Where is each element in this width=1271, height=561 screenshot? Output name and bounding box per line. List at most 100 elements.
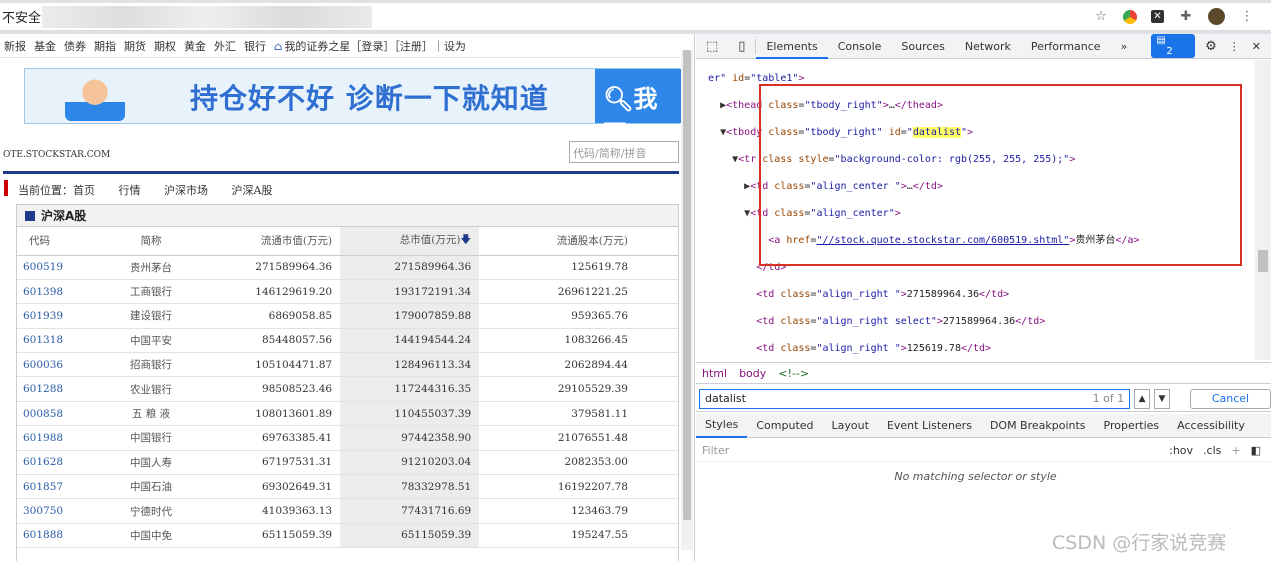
dom-search-input[interactable]: datalist 1 of 1 — [699, 388, 1131, 409]
stock-code-link[interactable]: 601857 — [17, 474, 101, 500]
banner-button[interactable]: 🔍︎我要 — [595, 69, 681, 148]
table-row[interactable]: 601939 建设银行 6869058.85 179007859.88 959365.7… — [17, 303, 678, 329]
table-row[interactable]: 601318 中国平安 85448057.56 144194544.24 1083266… — [17, 328, 678, 354]
tab-elements[interactable]: Elements — [756, 34, 828, 59]
stock-name-link[interactable]: 农业银行 — [101, 376, 201, 402]
stock-name-link[interactable]: 五 粮 液 — [101, 401, 201, 427]
site-logo[interactable]: OTE.STOCKSTAR.COM — [3, 150, 110, 160]
devtools-menu-icon[interactable]: ⋮ — [1227, 40, 1242, 53]
sidebar-toggle-icon[interactable]: ◧ — [1251, 444, 1261, 457]
stock-code-link[interactable]: 600036 — [17, 352, 101, 378]
user-links-text[interactable]: 我的证券之星［登录］［注册］｜设为 — [284, 40, 466, 53]
stock-code-link[interactable]: 601939 — [17, 303, 101, 329]
col-header[interactable]: 简称 — [101, 227, 201, 256]
col-header-sorted[interactable]: 总市值(万元)🡇 — [340, 227, 480, 256]
table-row[interactable]: 601288 农业银行 98508523.46 117244316.35 2910552… — [17, 376, 678, 402]
table-row[interactable]: 300750 宁德时代 41039363.13 77431716.69 123463.7… — [17, 498, 678, 524]
table-row[interactable]: 600519 贵州茅台 271589964.36 271589964.36 125619… — [17, 255, 678, 280]
tab-dom-breakpoints[interactable]: DOM Breakpoints — [981, 419, 1095, 432]
search-prev-button[interactable]: ▲ — [1134, 388, 1151, 409]
tab-styles[interactable]: Styles — [696, 414, 748, 438]
col-header[interactable]: 代码 — [17, 227, 101, 256]
page-scrollbar[interactable] — [681, 50, 693, 550]
stock-name-link[interactable]: 中国平安 — [101, 328, 201, 354]
breadcrumb-item[interactable]: 沪深A股 — [232, 184, 273, 197]
tab-event-listeners[interactable]: Event Listeners — [878, 419, 981, 432]
ad-banner[interactable]: 持仓好不好 诊断一下就知道 🔍︎我要 — [24, 68, 681, 148]
stock-code-link[interactable]: 601398 — [17, 279, 101, 305]
tab-performance[interactable]: Performance — [1021, 40, 1111, 53]
address-bar[interactable]: 不安全 ☆ ✕ ✚ ⋮ — [0, 3, 1271, 31]
device-toggle-icon[interactable]: ▯ — [728, 38, 757, 54]
table-row[interactable]: 000858 五 粮 液 108013601.89 110455037.39 37958… — [17, 401, 678, 427]
breadcrumb-home[interactable]: 当前位置：首页 — [18, 184, 95, 197]
table-row[interactable]: 601988 中国银行 69763385.41 97442358.90 21076551… — [17, 425, 678, 451]
nav-item[interactable]: 期指 — [94, 38, 116, 54]
stock-name-link[interactable]: 贵州茅台 — [101, 255, 201, 280]
extension-color-icon[interactable] — [1123, 9, 1137, 24]
gear-icon[interactable]: ⚙ — [1195, 39, 1227, 54]
scrollbar-thumb[interactable] — [1258, 250, 1268, 272]
stock-name-link[interactable]: 中国人寿 — [101, 450, 201, 476]
stock-name-link[interactable]: 中国银行 — [101, 425, 201, 451]
stock-code-link[interactable]: 300750 — [17, 498, 101, 524]
security-label[interactable]: 不安全 — [0, 7, 42, 26]
crumb-body[interactable]: body — [739, 367, 766, 380]
table-row[interactable]: 601888 中国中免 65115059.39 65115059.39 195247.5… — [17, 523, 678, 549]
scrollbar-thumb[interactable] — [683, 50, 691, 520]
table-row[interactable]: 601857 中国石油 69302649.31 78332978.51 16192207… — [17, 474, 678, 500]
tab-network[interactable]: Network — [955, 40, 1021, 53]
nav-item[interactable]: 期权 — [154, 38, 176, 54]
issues-badge[interactable]: ▤ 2 — [1151, 34, 1196, 58]
stock-code-link[interactable]: 601988 — [17, 425, 101, 451]
breadcrumb-item[interactable]: 沪深市场 — [164, 184, 208, 197]
crumb-comment[interactable]: <!--> — [778, 367, 809, 380]
dom-line[interactable]: <td class="align_right ">125619.78</td> — [696, 341, 1255, 357]
cls-toggle[interactable]: .cls — [1203, 444, 1221, 457]
user-links[interactable]: ⌂ 我的证券之星［登录］［注册］｜设为 — [274, 38, 480, 54]
nav-item[interactable]: 黄金 — [184, 38, 206, 54]
tab-console[interactable]: Console — [828, 40, 892, 53]
nav-item[interactable]: 银行 — [244, 38, 266, 54]
nav-item[interactable]: 期货 — [124, 38, 146, 54]
stock-name-link[interactable]: 工商银行 — [101, 279, 201, 305]
menu-kebab-icon[interactable]: ⋮ — [1239, 9, 1255, 25]
close-icon[interactable]: ✕ — [1242, 40, 1271, 53]
star-icon[interactable]: ☆ — [1093, 9, 1109, 25]
cancel-button[interactable]: Cancel — [1189, 388, 1271, 409]
stock-search-input[interactable]: 代码/简称/拼音 — [569, 141, 679, 163]
dom-line[interactable]: <td class="align_right select">271589964… — [696, 314, 1255, 330]
stock-name-link[interactable]: 建设银行 — [101, 303, 201, 329]
stock-code-link[interactable]: 601318 — [17, 328, 101, 354]
hov-toggle[interactable]: :hov — [1169, 444, 1193, 457]
tab-properties[interactable]: Properties — [1095, 419, 1169, 432]
plus-icon[interactable]: + — [1231, 444, 1240, 457]
inspect-icon[interactable]: ⬚ — [696, 39, 728, 54]
crumb-html[interactable]: html — [702, 367, 727, 380]
puzzle-icon[interactable]: ✚ — [1178, 9, 1194, 25]
stock-name-link[interactable]: 宁德时代 — [101, 498, 201, 524]
nav-item[interactable]: 外汇 — [214, 38, 236, 54]
stock-name-link[interactable]: 招商银行 — [101, 352, 201, 378]
stock-code-link[interactable]: 601628 — [17, 450, 101, 476]
dom-scrollbar[interactable] — [1255, 60, 1271, 360]
more-tabs-icon[interactable]: » — [1111, 40, 1138, 53]
table-row[interactable]: 601628 中国人寿 67197531.31 91210203.04 2082353.… — [17, 450, 678, 476]
stock-code-link[interactable]: 601288 — [17, 376, 101, 402]
stock-name-link[interactable]: 中国中免 — [101, 523, 201, 549]
stock-name-link[interactable]: 中国石油 — [101, 474, 201, 500]
tab-layout[interactable]: Layout — [823, 419, 878, 432]
x-extension-icon[interactable]: ✕ — [1151, 10, 1164, 23]
breadcrumb-item[interactable]: 行情 — [119, 184, 141, 197]
stock-code-link[interactable]: 600519 — [17, 255, 101, 280]
stock-code-link[interactable]: 601888 — [17, 523, 101, 549]
avatar[interactable] — [1208, 8, 1225, 25]
tab-computed[interactable]: Computed — [747, 419, 822, 432]
nav-item[interactable]: 新报 — [4, 38, 26, 54]
filter-input[interactable]: Filter — [702, 444, 729, 457]
col-header[interactable]: 流通市值(万元) — [201, 227, 341, 256]
tab-sources[interactable]: Sources — [891, 40, 955, 53]
nav-item[interactable]: 债券 — [64, 38, 86, 54]
table-row[interactable]: 601398 工商银行 146129619.20 193172191.34 269612… — [17, 279, 678, 305]
nav-item[interactable]: 基金 — [34, 38, 56, 54]
